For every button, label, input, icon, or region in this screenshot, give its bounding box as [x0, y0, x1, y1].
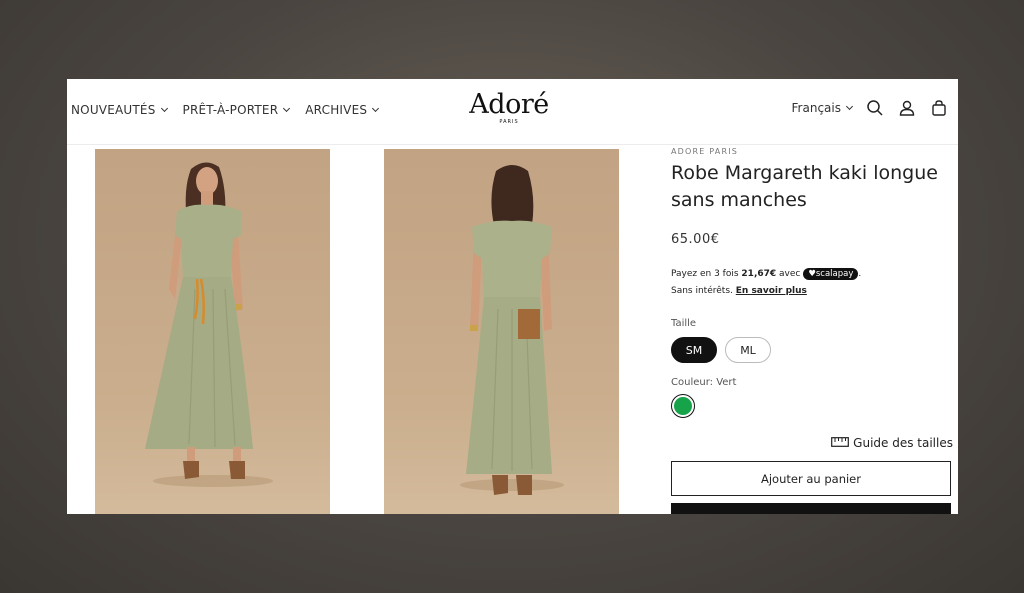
color-label: Couleur: Vert: [671, 377, 737, 388]
buy-now-button[interactable]: [671, 503, 951, 514]
site-header: NOUVEAUTÉS PRÊT-À-PORTER ARCHIVES Adoré …: [67, 79, 958, 145]
size-option-sm[interactable]: SM: [671, 337, 717, 363]
nav-item-archives[interactable]: ARCHIVES: [305, 103, 380, 117]
scalapay-installment: 21,67€: [741, 269, 777, 279]
ruler-icon: [831, 436, 850, 450]
product-info: ADORE PARIS Robe Margareth kaki longue s…: [671, 147, 953, 514]
size-options: SM ML: [671, 337, 953, 363]
nav-item-pret-a-porter[interactable]: PRÊT-À-PORTER: [182, 103, 291, 117]
product-image-front[interactable]: [95, 149, 330, 514]
brand-logo[interactable]: Adoré PARIS: [459, 89, 559, 125]
chevron-down-icon: [283, 104, 291, 113]
add-to-cart-button[interactable]: Ajouter au panier: [671, 461, 951, 496]
size-option-ml[interactable]: ML: [725, 337, 771, 363]
size-guide-label: Guide des tailles: [853, 436, 953, 450]
search-icon[interactable]: [866, 99, 884, 117]
product-vendor: ADORE PARIS: [671, 147, 739, 156]
scalapay-line-2: Sans intérêts. En savoir plus: [671, 283, 953, 300]
scalapay-prefix: Payez en 3 fois: [671, 269, 739, 279]
size-label: Taille: [671, 318, 697, 329]
scalapay-learn-more-link[interactable]: En savoir plus: [736, 286, 807, 296]
logo-wordmark: Adoré: [469, 89, 549, 120]
language-label: Français: [791, 101, 841, 115]
color-swatch-fill: [674, 397, 692, 415]
account-icon[interactable]: [898, 99, 916, 117]
nav-item-nouveautes[interactable]: NOUVEAUTÉS: [71, 103, 168, 117]
nav-item-label: ARCHIVES: [305, 103, 368, 117]
header-actions: Français: [792, 99, 948, 117]
scalapay-no-interest: Sans intérêts.: [671, 286, 733, 296]
nav-item-label: PRÊT-À-PORTER: [182, 103, 279, 117]
chevron-down-icon: [845, 102, 854, 111]
cart-icon[interactable]: [930, 99, 948, 117]
chevron-down-icon: [372, 104, 380, 113]
product-page: NOUVEAUTÉS PRÊT-À-PORTER ARCHIVES Adoré …: [67, 79, 958, 514]
nav-item-label: NOUVEAUTÉS: [71, 103, 156, 117]
scalapay-line-1: Payez en 3 fois 21,67€ avec ♥scalapay.: [671, 268, 862, 280]
color-swatch-vert[interactable]: [671, 394, 695, 418]
product-image-back[interactable]: [384, 149, 619, 514]
chevron-down-icon: [160, 104, 168, 113]
size-guide-link[interactable]: Guide des tailles: [831, 436, 953, 450]
product-title: Robe Margareth kaki longue sans manches: [671, 162, 938, 211]
scalapay-banner: Payez en 3 fois 21,67€ avec ♥scalapay. S…: [671, 266, 953, 300]
scalapay-badge: ♥scalapay: [803, 268, 859, 280]
scalapay-suffix: avec: [779, 269, 801, 279]
product-price: 65.00€: [671, 232, 720, 247]
main-nav: NOUVEAUTÉS PRÊT-À-PORTER ARCHIVES: [71, 103, 380, 117]
language-selector[interactable]: Français: [791, 101, 854, 115]
